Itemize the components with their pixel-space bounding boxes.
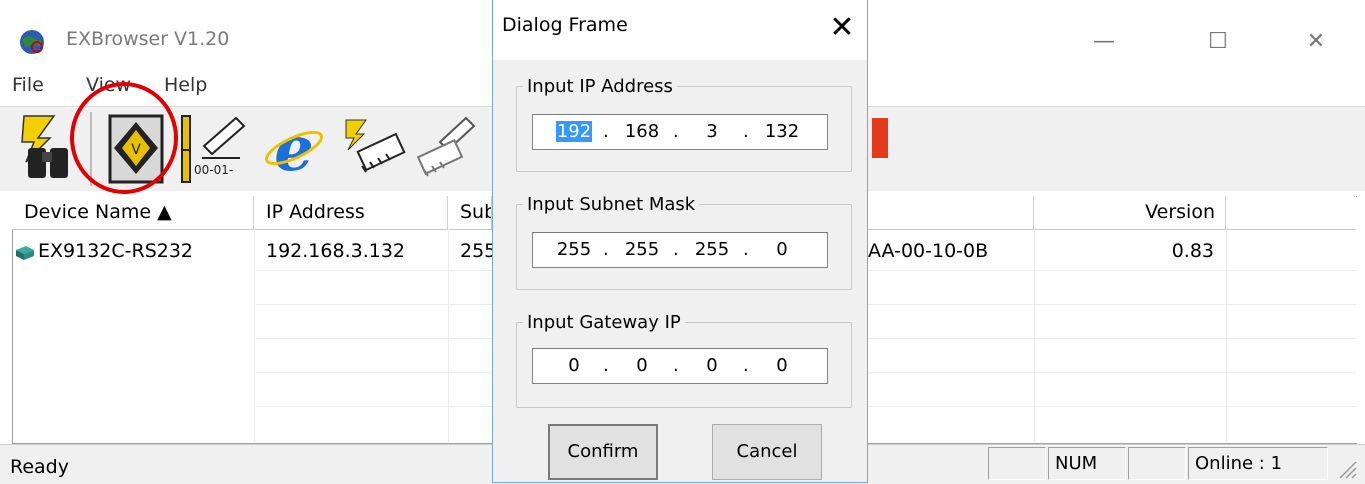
- confirm-button[interactable]: Confirm: [548, 424, 658, 480]
- close-button[interactable]: ✕: [1296, 24, 1336, 60]
- svg-text:00-01-: 00-01-: [194, 163, 233, 177]
- device-icon: [16, 246, 34, 260]
- resize-grip-icon[interactable]: [1336, 458, 1358, 480]
- table-row-ip: 192.168.3.132: [266, 240, 406, 262]
- ip-address-label: Input IP Address: [527, 76, 673, 97]
- mask-dot: .: [603, 239, 609, 260]
- mask-octet-3: 255: [694, 239, 730, 260]
- status-panel-online: Online : 1: [1188, 447, 1328, 480]
- maximize-button[interactable]: ☐: [1198, 24, 1238, 60]
- minimize-button[interactable]: —: [1084, 24, 1124, 60]
- edit-id-icon[interactable]: 00-01-: [180, 112, 250, 186]
- col-divider: [448, 229, 449, 442]
- col-device-name[interactable]: Device Name ▲: [12, 196, 254, 229]
- gateway-ip-label: Input Gateway IP: [527, 312, 681, 333]
- table-row-version: 0.83: [1171, 240, 1214, 262]
- edit-config-icon[interactable]: [416, 112, 480, 186]
- mask-octet-1: 255: [556, 239, 592, 260]
- ip-dot: .: [673, 121, 679, 142]
- ip-address-field[interactable]: 192 . 168 . 3 . 132: [532, 114, 828, 150]
- gw-octet-1: 0: [568, 355, 580, 376]
- mask-dot: .: [743, 239, 749, 260]
- app-title: EXBrowser V1.20: [66, 28, 230, 50]
- gw-dot: .: [603, 355, 609, 376]
- app-globe-icon: [20, 30, 44, 54]
- gw-dot: .: [673, 355, 679, 376]
- mask-octet-2: 255: [624, 239, 660, 260]
- menu-help[interactable]: Help: [164, 74, 207, 96]
- table-row-device-name[interactable]: EX9132C-RS232: [38, 240, 193, 262]
- status-panel-scroll: [1128, 447, 1186, 480]
- col-ip-address[interactable]: IP Address: [254, 196, 448, 229]
- gw-octet-3: 0: [706, 355, 718, 376]
- svg-text:e: e: [274, 112, 313, 185]
- ip-octet-4: 132: [764, 121, 800, 142]
- table-row-subnet: 255: [460, 240, 497, 262]
- dialog-title: Dialog Frame: [502, 14, 628, 36]
- status-panel-num: NUM: [1048, 447, 1126, 480]
- col-mac[interactable]: [868, 196, 1034, 229]
- firmware-update-icon[interactable]: [338, 112, 406, 186]
- subnet-mask-field[interactable]: 255 . 255 . 255 . 0: [532, 232, 828, 268]
- menu-file[interactable]: File: [12, 74, 44, 96]
- dialog-close-button[interactable]: ✕: [820, 6, 864, 50]
- col-divider: [1226, 229, 1227, 442]
- subnet-mask-label: Input Subnet Mask: [527, 194, 696, 215]
- ip-octet-1: 192: [555, 121, 593, 142]
- cancel-button[interactable]: Cancel: [712, 424, 822, 480]
- gw-octet-4: 0: [776, 355, 788, 376]
- mask-octet-4: 0: [776, 239, 788, 260]
- table-row-mac: AA-00-10-0B: [868, 240, 989, 262]
- web-browser-icon[interactable]: e: [262, 112, 326, 186]
- col-version[interactable]: Version: [1034, 196, 1226, 229]
- ip-octet-3: 3: [706, 121, 718, 142]
- status-text: Ready: [10, 456, 69, 478]
- highlight-circle: [70, 82, 178, 194]
- col-divider: [254, 229, 255, 442]
- gw-dot: .: [743, 355, 749, 376]
- ip-dot: .: [743, 121, 749, 142]
- col-subnet[interactable]: Sub: [448, 196, 492, 229]
- ip-dot: .: [603, 121, 609, 142]
- gateway-ip-field[interactable]: 0 . 0 . 0 . 0: [532, 348, 828, 384]
- mask-dot: .: [673, 239, 679, 260]
- gw-octet-2: 0: [636, 355, 648, 376]
- exit-icon[interactable]: [872, 112, 892, 186]
- ip-octet-2: 168: [624, 121, 660, 142]
- status-panel-caps: [988, 447, 1046, 480]
